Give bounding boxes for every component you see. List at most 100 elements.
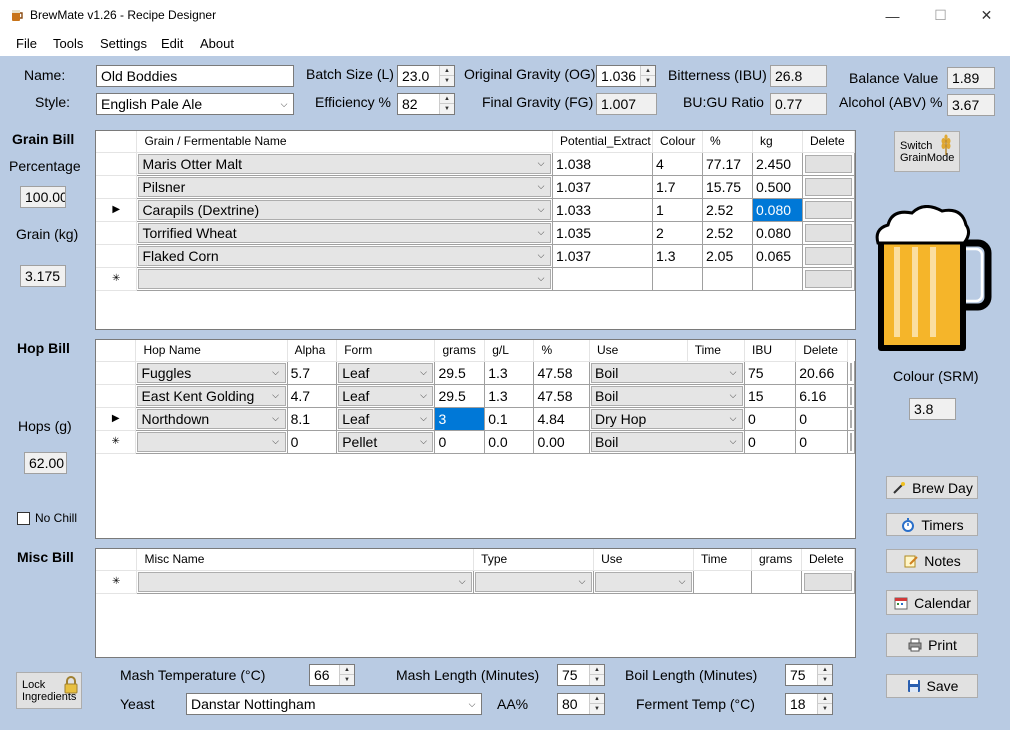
hop-gl-cell[interactable]: 1.3 xyxy=(484,361,535,385)
hop-col-alpha[interactable]: Alpha xyxy=(287,340,338,362)
mash-length-stepper[interactable]: 75 ▲ ▼ xyxy=(557,664,605,686)
grain-col-name[interactable]: Grain / Fermentable Name xyxy=(136,131,554,153)
grain-percent-cell[interactable]: 2.52 xyxy=(702,198,753,222)
hop-name-combo[interactable]: East Kent Golding ⌵ xyxy=(137,385,286,406)
lock-ingredients-button[interactable]: Lock Ingredients xyxy=(16,672,82,709)
row-header[interactable] xyxy=(96,175,138,199)
grain-name-combo[interactable]: Pilsner ⌵ xyxy=(138,176,552,197)
menu-about[interactable]: About xyxy=(200,36,234,51)
table-row[interactable]: Flaked Corn ⌵ 1.037 1.3 2.05 0.065 xyxy=(96,244,855,268)
hop-alpha-cell[interactable]: 0 xyxy=(287,430,338,454)
row-header[interactable] xyxy=(96,361,137,385)
delete-row-button[interactable] xyxy=(804,200,852,219)
timers-button[interactable]: Timers xyxy=(886,513,978,536)
grain-colour-cell[interactable]: 2 xyxy=(652,221,703,245)
menu-file[interactable]: File xyxy=(16,36,37,51)
delete-row-button[interactable] xyxy=(850,409,852,428)
grain-extract-cell[interactable]: 1.037 xyxy=(552,244,654,268)
hop-col-gl[interactable]: g/L xyxy=(484,340,535,362)
grain-percent-cell[interactable]: 15.75 xyxy=(702,175,753,199)
misc-col-delete[interactable]: Delete xyxy=(801,549,855,571)
grain-col-percent[interactable]: % xyxy=(702,131,753,153)
chevron-down-icon[interactable]: ⌵ xyxy=(724,387,742,405)
grain-name-combo[interactable]: Carapils (Dextrine) ⌵ xyxy=(138,199,552,220)
misc-col-grams[interactable]: grams xyxy=(751,549,802,571)
chevron-down-icon[interactable]: ⌵ xyxy=(267,410,285,428)
close-button[interactable]: ✕ xyxy=(964,0,1009,31)
og-spin[interactable]: ▲ ▼ xyxy=(640,66,655,86)
grain-name-combo[interactable]: Torrified Wheat ⌵ xyxy=(138,222,552,243)
grain-percent-cell[interactable] xyxy=(702,267,753,291)
chevron-down-icon[interactable]: ⌵ xyxy=(724,410,742,428)
hop-gl-cell[interactable]: 0.0 xyxy=(484,430,535,454)
delete-row-button[interactable] xyxy=(804,154,852,173)
grain-colour-cell[interactable] xyxy=(652,267,703,291)
ferment-temp-spin[interactable]: ▲ ▼ xyxy=(817,694,832,714)
grain-col-kg[interactable]: kg xyxy=(752,131,803,153)
boil-length-stepper[interactable]: 75 ▲ ▼ xyxy=(785,664,833,686)
hop-name-combo[interactable]: Northdown ⌵ xyxy=(137,408,286,429)
hop-name-combo[interactable]: ⌵ xyxy=(137,431,286,452)
grain-kg-cell-selected[interactable]: 0.080 xyxy=(752,198,803,222)
hop-col-name[interactable]: Hop Name xyxy=(135,340,288,362)
grain-colour-cell[interactable]: 4 xyxy=(652,152,703,176)
chevron-down-icon[interactable]: ⌵ xyxy=(573,573,591,591)
misc-col-type[interactable]: Type xyxy=(473,549,595,571)
table-row[interactable]: ▶ Northdown ⌵ 8.1 Leaf ⌵ 3 0.1 4.84 Dry Ho… xyxy=(96,407,855,431)
hop-grams-cell-selected[interactable]: 3 xyxy=(434,407,486,431)
hop-col-form[interactable]: Form xyxy=(336,340,436,362)
new-row-icon[interactable]: ✳ xyxy=(96,430,137,454)
hop-col-time[interactable]: Time xyxy=(687,340,745,362)
hop-ibu-cell[interactable]: 0 xyxy=(795,430,848,454)
chevron-down-icon[interactable]: ⌵ xyxy=(463,694,481,714)
misc-name-combo[interactable]: ⌵ xyxy=(138,571,473,592)
chevron-down-icon[interactable]: ⌵ xyxy=(414,387,432,405)
batch-spin[interactable]: ▲ ▼ xyxy=(439,66,454,86)
calendar-button[interactable]: Calendar xyxy=(886,590,978,615)
table-row[interactable]: Fuggles ⌵ 5.7 Leaf ⌵ 29.5 1.3 47.58 Boil ⌵ … xyxy=(96,361,855,385)
chevron-down-icon[interactable]: ⌵ xyxy=(532,178,550,196)
efficiency-stepper[interactable]: 82 ▲ ▼ xyxy=(397,93,455,115)
grain-col-colour[interactable]: Colour xyxy=(652,131,703,153)
style-combo[interactable]: English Pale Ale ⌵ xyxy=(96,93,294,115)
new-row[interactable]: ✳ ⌵ ⌵ ⌵ xyxy=(96,570,855,594)
grain-name-combo[interactable]: Maris Otter Malt ⌵ xyxy=(138,153,552,174)
menu-tools[interactable]: Tools xyxy=(53,36,83,51)
hop-percent-cell[interactable]: 4.84 xyxy=(533,407,590,431)
hop-gl-cell[interactable]: 0.1 xyxy=(484,407,535,431)
efficiency-spin[interactable]: ▲ ▼ xyxy=(439,94,454,114)
notes-button[interactable]: Notes xyxy=(886,549,978,573)
grain-kg-cell[interactable]: 2.450 xyxy=(752,152,803,176)
grain-colour-cell[interactable]: 1 xyxy=(652,198,703,222)
hop-name-combo[interactable]: Fuggles ⌵ xyxy=(137,362,286,383)
table-row[interactable]: Torrified Wheat ⌵ 1.035 2 2.52 0.080 xyxy=(96,221,855,245)
grain-colour-cell[interactable]: 1.3 xyxy=(652,244,703,268)
hop-alpha-cell[interactable]: 8.1 xyxy=(287,407,338,431)
row-header[interactable] xyxy=(96,244,138,268)
hop-grams-cell[interactable]: 0 xyxy=(434,430,486,454)
hop-time-cell[interactable]: 75 xyxy=(744,361,797,385)
hop-percent-cell[interactable]: 47.58 xyxy=(533,384,590,408)
misc-col-use[interactable]: Use xyxy=(593,549,694,571)
menu-settings[interactable]: Settings xyxy=(100,36,147,51)
new-row-icon[interactable]: ✳ xyxy=(96,267,138,291)
hop-ibu-cell[interactable]: 20.66 xyxy=(795,361,848,385)
hop-form-combo[interactable]: Leaf ⌵ xyxy=(338,408,434,429)
hop-alpha-cell[interactable]: 4.7 xyxy=(287,384,338,408)
hop-use-combo[interactable]: Dry Hop ⌵ xyxy=(591,408,743,429)
hop-form-combo[interactable]: Leaf ⌵ xyxy=(338,362,434,383)
no-chill-checkbox[interactable] xyxy=(17,512,30,525)
batch-size-stepper[interactable]: 23.0 ▲ ▼ xyxy=(397,65,455,87)
grain-name-combo[interactable]: ⌵ xyxy=(138,268,552,289)
chevron-down-icon[interactable]: ⌵ xyxy=(532,155,550,173)
grain-col-delete[interactable]: Delete xyxy=(802,131,855,153)
new-row[interactable]: ✳ ⌵ 0 Pellet ⌵ 0 0.0 0.00 Boil ⌵ 0 0 xyxy=(96,430,855,454)
mash-temp-spin[interactable]: ▲ ▼ xyxy=(339,665,354,685)
grain-percent-cell[interactable]: 2.05 xyxy=(702,244,753,268)
table-row[interactable]: ▶ Carapils (Dextrine) ⌵ 1.033 1 2.52 0.08… xyxy=(96,198,855,222)
hop-col-grams[interactable]: grams xyxy=(434,340,486,362)
grain-kg-cell[interactable] xyxy=(752,267,803,291)
grain-percent-cell[interactable]: 77.17 xyxy=(702,152,753,176)
hop-col-use[interactable]: Use xyxy=(589,340,688,362)
table-row[interactable]: East Kent Golding ⌵ 4.7 Leaf ⌵ 29.5 1.3 47… xyxy=(96,384,855,408)
